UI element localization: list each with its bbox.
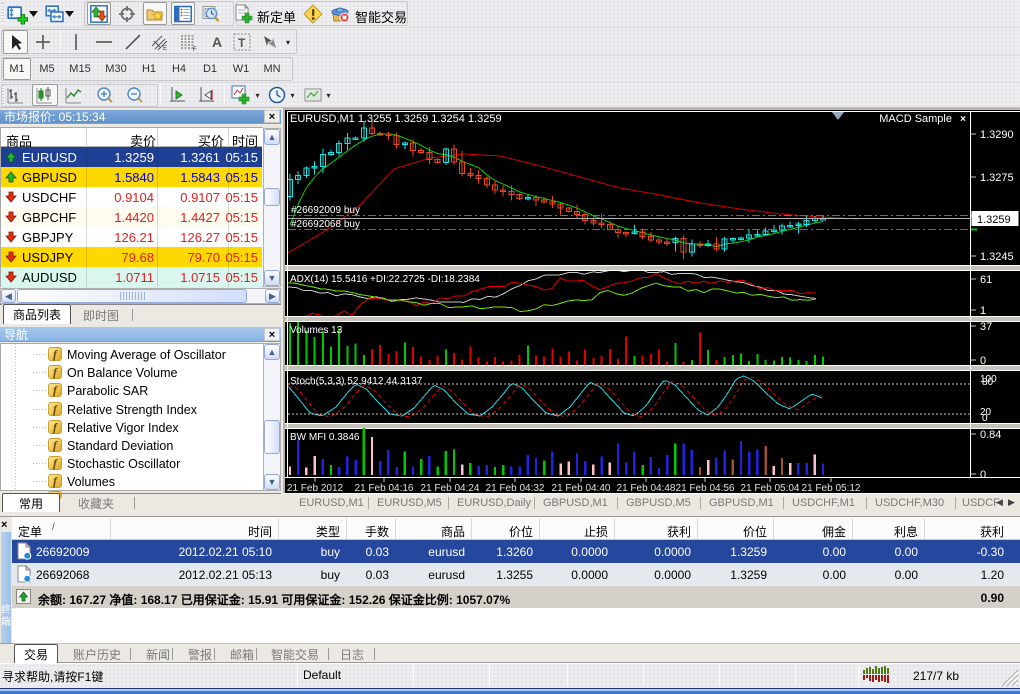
- svg-text:1.3259: 1.3259: [977, 214, 1011, 226]
- svg-text:1.3275: 1.3275: [980, 172, 1014, 184]
- svg-text:MACD Sample: MACD Sample: [879, 113, 952, 125]
- svg-text:1.3290: 1.3290: [980, 129, 1014, 141]
- svg-text:F: F: [193, 47, 197, 51]
- svg-text:80: 80: [982, 377, 994, 388]
- svg-text:1: 1: [980, 305, 986, 317]
- svg-text:Volumes 13: Volumes 13: [290, 325, 343, 336]
- svg-text:1.3245: 1.3245: [980, 251, 1014, 263]
- svg-text:61: 61: [980, 274, 992, 286]
- svg-text:×: ×: [960, 114, 966, 125]
- svg-text:ADX(14) 15.5416 +DI:22.2725 -D: ADX(14) 15.5416 +DI:22.2725 -DI:18.2384: [290, 274, 480, 285]
- svg-text:EURUSD,M1 1.3255 1.3259 1.325: EURUSD,M1 1.3255 1.3259 1.3254 1.3259: [290, 113, 502, 125]
- svg-text:#26692009 buy: #26692009 buy: [291, 205, 360, 216]
- svg-text:Stoch(5,3,3) 52.9412 44.3137: Stoch(5,3,3) 52.9412 44.3137: [290, 376, 423, 387]
- svg-text:37: 37: [980, 321, 992, 333]
- svg-text:0: 0: [980, 355, 986, 367]
- svg-text:E: E: [163, 46, 167, 51]
- svg-text:BW MFI 0.3846: BW MFI 0.3846: [290, 432, 360, 443]
- svg-text:T: T: [238, 36, 246, 50]
- svg-text:#26692068 buy: #26692068 buy: [291, 219, 360, 230]
- svg-text:0.84: 0.84: [980, 429, 1001, 441]
- svg-text:0: 0: [982, 413, 988, 424]
